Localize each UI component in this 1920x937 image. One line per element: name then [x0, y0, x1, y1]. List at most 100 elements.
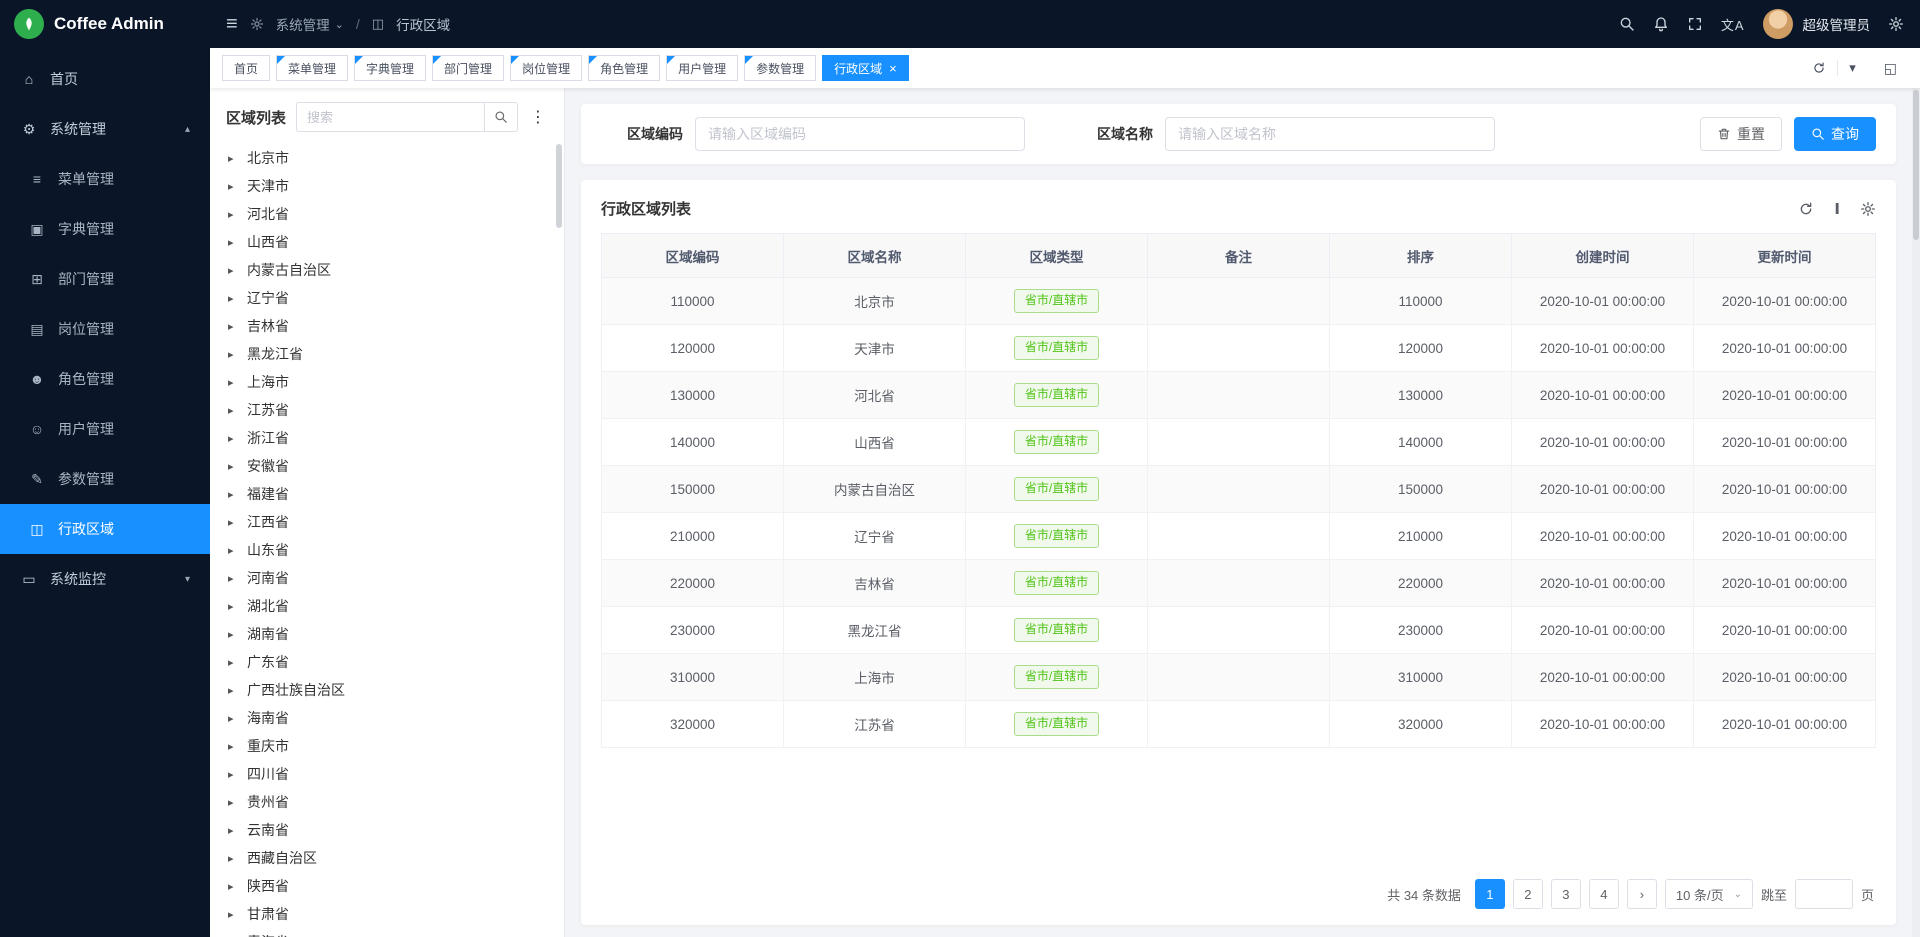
avatar[interactable]: [1763, 9, 1793, 39]
tree-item[interactable]: ▸ 青海省: [226, 928, 548, 937]
table-row[interactable]: 210000 辽宁省 省市/直辖市 210000 2020-10-01 00:0…: [602, 513, 1876, 560]
tree-item[interactable]: ▸ 贵州省: [226, 788, 548, 816]
sidebar-item[interactable]: ⚙ 系统管理 ▴: [0, 104, 210, 154]
tree-item[interactable]: ▸ 天津市: [226, 172, 548, 200]
jump-page-input[interactable]: [1795, 879, 1853, 909]
caret-right-icon[interactable]: ▸: [228, 348, 238, 361]
page-button[interactable]: 1: [1475, 879, 1505, 909]
tree-item[interactable]: ▸ 黑龙江省: [226, 340, 548, 368]
caret-right-icon[interactable]: ▸: [228, 656, 238, 669]
reset-button[interactable]: 重置: [1700, 117, 1782, 151]
tree-item[interactable]: ▸ 江西省: [226, 508, 548, 536]
layout-icon[interactable]: ◱: [1873, 60, 1908, 77]
next-page-button[interactable]: ›: [1627, 879, 1657, 909]
sidebar-item[interactable]: ▭ 系统监控 ▾: [0, 554, 210, 604]
tree-item[interactable]: ▸ 山西省: [226, 228, 548, 256]
sidebar-item[interactable]: ☺ 用户管理: [0, 404, 210, 454]
sidebar-item[interactable]: ▤ 岗位管理: [0, 304, 210, 354]
column-header[interactable]: 排序: [1330, 234, 1512, 278]
tree-search-icon[interactable]: [484, 102, 518, 132]
tree-item[interactable]: ▸ 江苏省: [226, 396, 548, 424]
table-row[interactable]: 130000 河北省 省市/直辖市 130000 2020-10-01 00:0…: [602, 372, 1876, 419]
sidebar-item[interactable]: ⌂ 首页: [0, 54, 210, 104]
tree-search-input[interactable]: [296, 102, 484, 132]
tree-item[interactable]: ▸ 陕西省: [226, 872, 548, 900]
tab-close-icon[interactable]: ×: [889, 62, 897, 75]
notification-bell-icon[interactable]: [1653, 16, 1669, 32]
tab[interactable]: 参数管理 ×: [744, 55, 816, 81]
column-header[interactable]: 更新时间: [1694, 234, 1876, 278]
tab[interactable]: 用户管理 ×: [666, 55, 738, 81]
page-scrollbar[interactable]: [1912, 88, 1920, 937]
sidebar-item[interactable]: ☻ 角色管理: [0, 354, 210, 404]
page-button[interactable]: 3: [1551, 879, 1581, 909]
column-settings-gear-icon[interactable]: [1860, 201, 1876, 217]
tree-item[interactable]: ▸ 山东省: [226, 536, 548, 564]
caret-right-icon[interactable]: ▸: [228, 516, 238, 529]
tree-item[interactable]: ▸ 河南省: [226, 564, 548, 592]
caret-right-icon[interactable]: ▸: [228, 292, 238, 305]
tree-item[interactable]: ▸ 湖北省: [226, 592, 548, 620]
sidebar-item[interactable]: ✎ 参数管理: [0, 454, 210, 504]
column-header[interactable]: 区域名称: [784, 234, 966, 278]
caret-right-icon[interactable]: ▸: [228, 208, 238, 221]
table-row[interactable]: 220000 吉林省 省市/直辖市 220000 2020-10-01 00:0…: [602, 560, 1876, 607]
caret-right-icon[interactable]: ▸: [228, 684, 238, 697]
caret-right-icon[interactable]: ▸: [228, 320, 238, 333]
tree-item[interactable]: ▸ 海南省: [226, 704, 548, 732]
caret-right-icon[interactable]: ▸: [228, 852, 238, 865]
table-row[interactable]: 320000 江苏省 省市/直辖市 320000 2020-10-01 00:0…: [602, 701, 1876, 748]
table-row[interactable]: 110000 北京市 省市/直辖市 110000 2020-10-01 00:0…: [602, 278, 1876, 325]
caret-right-icon[interactable]: ▸: [228, 824, 238, 837]
column-header[interactable]: 区域编码: [602, 234, 784, 278]
caret-right-icon[interactable]: ▸: [228, 796, 238, 809]
caret-right-icon[interactable]: ▸: [228, 544, 238, 557]
column-header[interactable]: 备注: [1148, 234, 1330, 278]
tree-item[interactable]: ▸ 广西壮族自治区: [226, 676, 548, 704]
caret-right-icon[interactable]: ▸: [228, 600, 238, 613]
tree-item[interactable]: ▸ 上海市: [226, 368, 548, 396]
caret-right-icon[interactable]: ▸: [228, 264, 238, 277]
table-row[interactable]: 140000 山西省 省市/直辖市 140000 2020-10-01 00:0…: [602, 419, 1876, 466]
tree-item[interactable]: ▸ 福建省: [226, 480, 548, 508]
search-icon[interactable]: [1619, 16, 1635, 32]
tree-scrollbar[interactable]: [556, 144, 562, 228]
sidebar-item[interactable]: ⊞ 部门管理: [0, 254, 210, 304]
tree-item[interactable]: ▸ 西藏自治区: [226, 844, 548, 872]
caret-right-icon[interactable]: ▸: [228, 432, 238, 445]
caret-right-icon[interactable]: ▸: [228, 404, 238, 417]
tree-item[interactable]: ▸ 安徽省: [226, 452, 548, 480]
caret-right-icon[interactable]: ▸: [228, 768, 238, 781]
caret-right-icon[interactable]: ▸: [228, 376, 238, 389]
tree-item[interactable]: ▸ 辽宁省: [226, 284, 548, 312]
table-row[interactable]: 120000 天津市 省市/直辖市 120000 2020-10-01 00:0…: [602, 325, 1876, 372]
search-button[interactable]: 查询: [1794, 117, 1876, 151]
translate-icon[interactable]: 文A: [1721, 15, 1745, 34]
tree-item[interactable]: ▸ 重庆市: [226, 732, 548, 760]
caret-right-icon[interactable]: ▸: [228, 236, 238, 249]
caret-right-icon[interactable]: ▸: [228, 460, 238, 473]
collapse-sidebar-icon[interactable]: ≡: [226, 14, 238, 34]
caret-right-icon[interactable]: ▸: [228, 908, 238, 921]
caret-right-icon[interactable]: ▸: [228, 880, 238, 893]
page-size-select[interactable]: 10 条/页 ⌄: [1665, 879, 1753, 909]
table-row[interactable]: 230000 黑龙江省 省市/直辖市 230000 2020-10-01 00:…: [602, 607, 1876, 654]
tree-item[interactable]: ▸ 甘肃省: [226, 900, 548, 928]
font-size-icon[interactable]: Ⅰ: [1834, 200, 1840, 218]
username[interactable]: 超级管理员: [1803, 14, 1871, 34]
sidebar-item[interactable]: ◫ 行政区域: [0, 504, 210, 554]
column-header[interactable]: 创建时间: [1512, 234, 1694, 278]
tab[interactable]: 行政区域 ×: [822, 55, 909, 81]
caret-right-icon[interactable]: ▸: [228, 572, 238, 585]
tabs-menu-chevron-icon[interactable]: ▾: [1837, 60, 1867, 76]
tab[interactable]: 岗位管理 ×: [510, 55, 582, 81]
tab[interactable]: 菜单管理 ×: [276, 55, 348, 81]
caret-right-icon[interactable]: ▸: [228, 712, 238, 725]
page-button[interactable]: 4: [1589, 879, 1619, 909]
tab[interactable]: 首页 ×: [222, 55, 270, 81]
refresh-table-icon[interactable]: [1798, 201, 1814, 217]
region-name-input[interactable]: [1165, 117, 1495, 151]
more-options-icon[interactable]: ⋮: [528, 107, 548, 127]
caret-right-icon[interactable]: ▸: [228, 152, 238, 165]
tree-item[interactable]: ▸ 湖南省: [226, 620, 548, 648]
